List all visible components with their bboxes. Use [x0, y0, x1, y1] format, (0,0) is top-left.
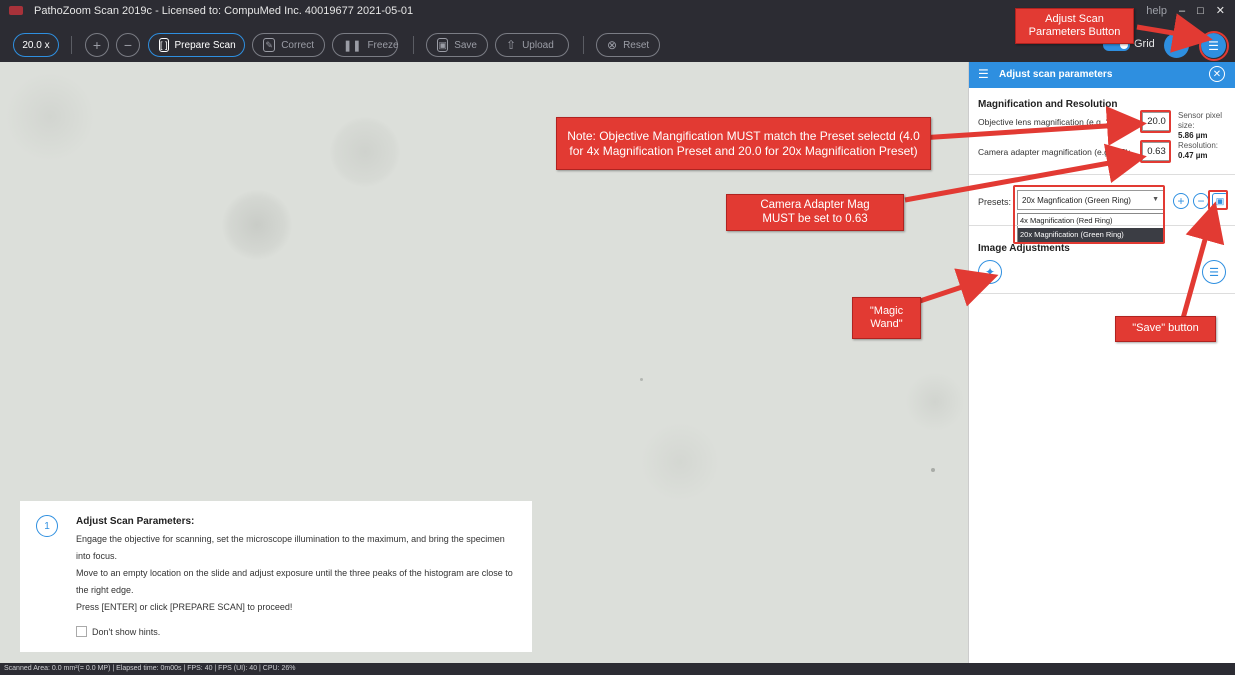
hint-step-number: 1 [36, 515, 58, 537]
remove-preset-button[interactable]: − [1193, 193, 1209, 209]
section-divider [969, 293, 1235, 294]
panel-header: ☰ Adjust scan parameters ✕ [969, 62, 1235, 88]
hint-title: Adjust Scan Parameters: [76, 516, 195, 527]
highlight-presets [1013, 185, 1165, 244]
highlight-adjust-button [1199, 31, 1229, 61]
prepare-scan-label: Prepare Scan [174, 39, 236, 51]
bracket-icon: [ ] [159, 38, 169, 52]
zoom-level-label: 20.0 x [22, 39, 50, 51]
sliders-icon: ☰ [1209, 266, 1219, 279]
info-button[interactable]: i [1164, 33, 1189, 58]
toolbar-divider [583, 36, 584, 54]
callout-adjust-button: Adjust Scan Parameters Button [1015, 8, 1134, 44]
callout-save-button: "Save" button [1115, 316, 1216, 342]
pause-icon: ❚❚ [343, 39, 362, 52]
resolution-value: 0.47 µm [1178, 151, 1208, 160]
viewer-artifact [640, 422, 720, 502]
window-controls: help – □ ✕ [1146, 4, 1225, 18]
zoom-in-button[interactable]: + [85, 33, 109, 57]
sensor-pixel-value: 5.86 µm [1178, 131, 1208, 140]
restore-button[interactable]: □ [1197, 5, 1204, 17]
adjust-scan-parameters-panel: ☰ Adjust scan parameters ✕ Magnification… [968, 62, 1235, 663]
objective-magnification-label: Objective lens magnification (e.g. 20): [978, 117, 1121, 127]
panel-title: Adjust scan parameters [999, 69, 1113, 80]
toolbar-divider [71, 36, 72, 54]
minus-icon: − [1197, 194, 1205, 208]
sensor-pixel-info: Sensor pixel size: 5.86 µm [1178, 111, 1235, 141]
upload-label: Upload [522, 39, 554, 51]
reset-button[interactable]: ⊗ Reset [596, 33, 660, 57]
magic-wand-button[interactable]: ✦ [978, 260, 1002, 284]
plus-icon: + [92, 37, 102, 53]
close-window-button[interactable]: ✕ [1216, 4, 1225, 17]
minimize-button[interactable]: – [1179, 5, 1185, 17]
magic-wand-icon: ✦ [984, 265, 996, 279]
highlight-save-button [1208, 190, 1228, 210]
correct-button[interactable]: ✎ Correct [252, 33, 325, 57]
presets-label: Presets: [978, 197, 1012, 207]
resolution-info: Resolution: 0.47 µm [1178, 141, 1218, 161]
hint-box: 1 Adjust Scan Parameters: Engage the obj… [20, 501, 532, 652]
image-sliders-button[interactable]: ☰ [1202, 260, 1226, 284]
toolbar-divider [413, 36, 414, 54]
plus-icon: + [1177, 194, 1185, 208]
zoom-level-button[interactable]: 20.0 x [13, 33, 59, 57]
image-adjustments-title: Image Adjustments [978, 243, 1070, 254]
freeze-button[interactable]: ❚❚ Freeze [332, 33, 399, 57]
hint-line: Move to an empty location on the slide a… [76, 568, 513, 595]
hint-text: Engage the objective for scanning, set t… [76, 531, 516, 616]
callout-magic-wand: "Magic Wand" [852, 297, 921, 339]
close-panel-icon[interactable]: ✕ [1209, 66, 1225, 82]
app-logo-icon [9, 6, 23, 15]
status-bar: Scanned Area: 0.0 mm²(= 0.0 MP) | Elapse… [0, 663, 1235, 675]
window-title: PathoZoom Scan 2019c - Licensed to: Comp… [34, 5, 414, 17]
camera-adapter-label: Camera adapter magnification (e.g. 0.5): [978, 147, 1131, 157]
reset-label: Reset [623, 39, 650, 51]
viewer-artifact [222, 190, 292, 260]
help-link[interactable]: help [1146, 5, 1167, 17]
highlight-camera-input [1140, 140, 1171, 163]
minus-icon: − [123, 37, 133, 53]
dont-show-hints-checkbox[interactable] [76, 626, 87, 637]
save-label: Save [454, 39, 477, 51]
hint-line: Press [ENTER] or click [PREPARE SCAN] to… [76, 602, 293, 612]
save-icon: ▣ [437, 38, 449, 52]
viewer-artifact [905, 372, 965, 432]
dont-show-hints-label: Don't show hints. [92, 627, 161, 637]
freeze-label: Freeze [367, 39, 399, 51]
prepare-scan-button[interactable]: [ ] Prepare Scan [148, 33, 245, 57]
highlight-objective-input [1140, 110, 1171, 133]
edit-icon: ✎ [263, 38, 276, 52]
viewer-dust [931, 468, 935, 472]
zoom-out-button[interactable]: − [116, 33, 140, 57]
add-preset-button[interactable]: + [1173, 193, 1189, 209]
sensor-pixel-label: Sensor pixel size: [1178, 111, 1223, 130]
upload-icon: ⇧ [506, 38, 517, 52]
viewer-artifact [330, 117, 400, 187]
reset-icon: ⊗ [607, 38, 618, 52]
callout-objective-note: Note: Objective Mangification MUST match… [556, 117, 931, 170]
sliders-icon: ☰ [978, 67, 989, 81]
section-divider [969, 174, 1235, 175]
viewer-dust [640, 378, 643, 381]
resolution-label: Resolution: [1178, 141, 1219, 150]
viewer-artifact [5, 72, 95, 162]
info-icon: i [1174, 38, 1179, 53]
correct-label: Correct [281, 39, 314, 51]
upload-button[interactable]: ⇧ Upload [495, 33, 569, 57]
hint-line: Engage the objective for scanning, set t… [76, 534, 505, 561]
callout-camera-note: Camera Adapter Mag MUST be set to 0.63 [726, 194, 904, 231]
save-toolbar-button[interactable]: ▣ Save [426, 33, 488, 57]
magnification-section-title: Magnification and Resolution [978, 99, 1118, 110]
grid-label: Grid [1134, 38, 1155, 50]
